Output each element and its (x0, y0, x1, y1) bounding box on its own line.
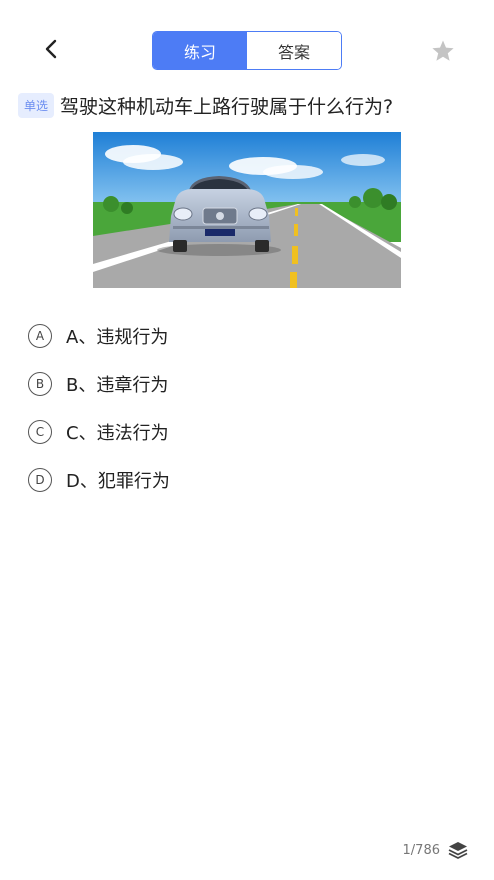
question-counter: 1/786 (402, 842, 440, 858)
question: 单选 驾驶这种机动车上路行驶属于什么行为? (18, 92, 478, 119)
question-text: 驾驶这种机动车上路行驶属于什么行为? (60, 96, 394, 118)
options-list: A A、违规行为 B B、违章行为 C C、违法行为 D D、犯罪行为 (28, 312, 468, 504)
question-list-button[interactable] (448, 840, 468, 860)
favorite-button[interactable] (429, 37, 457, 65)
tab-answer[interactable]: 答案 (247, 32, 341, 69)
option-letter-circle: A (28, 324, 52, 348)
option-c[interactable]: C C、违法行为 (28, 408, 468, 456)
mode-segmented-control: 练习 答案 (152, 31, 342, 70)
option-text: D、犯罪行为 (66, 471, 170, 492)
option-a[interactable]: A A、违规行为 (28, 312, 468, 360)
option-letter-circle: D (28, 468, 52, 492)
header: 练习 答案 (0, 0, 494, 100)
option-letter-circle: B (28, 372, 52, 396)
chevron-left-icon (45, 39, 57, 59)
star-icon (432, 40, 454, 61)
question-image (93, 132, 401, 288)
option-b[interactable]: B B、违章行为 (28, 360, 468, 408)
option-text: A、违规行为 (66, 327, 169, 348)
back-button[interactable] (36, 34, 66, 64)
question-type-badge: 单选 (18, 93, 55, 118)
option-letter-circle: C (28, 420, 52, 444)
option-text: C、违法行为 (66, 423, 169, 444)
footer: 1/786 (403, 840, 468, 860)
option-d[interactable]: D D、犯罪行为 (28, 456, 468, 504)
option-text: B、违章行为 (66, 375, 169, 396)
tab-practice[interactable]: 练习 (153, 32, 247, 69)
layers-icon (448, 842, 468, 859)
